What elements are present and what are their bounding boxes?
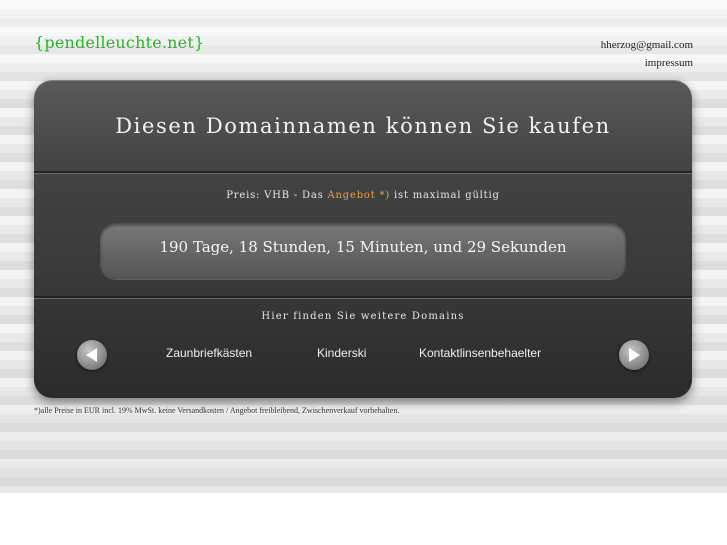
contact-links: hherzog@gmail.com impressum: [601, 36, 693, 72]
panel-title: Diesen Domainnamen können Sie kaufen: [115, 114, 611, 138]
domain-link-zaunbriefkaesten[interactable]: Zaunbriefkästen: [166, 346, 252, 360]
price-line: Preis: VHB - Das Angebot *) ist maximal …: [34, 190, 692, 201]
domain-sale-panel: Diesen Domainnamen können Sie kaufen Pre…: [34, 80, 692, 398]
countdown-box: 190 Tage, 18 Stunden, 15 Minuten, und 29…: [100, 223, 626, 279]
domain-link-kinderski[interactable]: Kinderski: [317, 346, 366, 360]
next-domains-button[interactable]: [619, 340, 649, 370]
panel-divider-top: [34, 171, 692, 174]
price-footnote: *)alle Preise in EUR incl. 19% MwSt. kei…: [34, 406, 400, 415]
price-prefix: Preis: VHB - Das: [226, 190, 328, 201]
countdown-text: 190 Tage, 18 Stunden, 15 Minuten, und 29…: [159, 238, 567, 256]
arrow-right-icon: [629, 348, 640, 362]
prev-domains-button[interactable]: [77, 340, 107, 370]
more-domains-label: Hier finden Sie weitere Domains: [261, 311, 465, 322]
price-suffix: ist maximal gültig: [390, 190, 500, 201]
email-link[interactable]: hherzog@gmail.com: [601, 36, 693, 54]
site-logo[interactable]: {pendelleuchte.net}: [34, 33, 204, 52]
domain-link-kontaktlinsenbehaelter[interactable]: Kontaktlinsenbehaelter: [419, 346, 541, 360]
arrow-left-icon: [86, 348, 97, 362]
panel-divider-bottom: [34, 296, 692, 299]
impressum-link[interactable]: impressum: [601, 54, 693, 72]
offer-link[interactable]: Angebot *): [328, 190, 391, 201]
